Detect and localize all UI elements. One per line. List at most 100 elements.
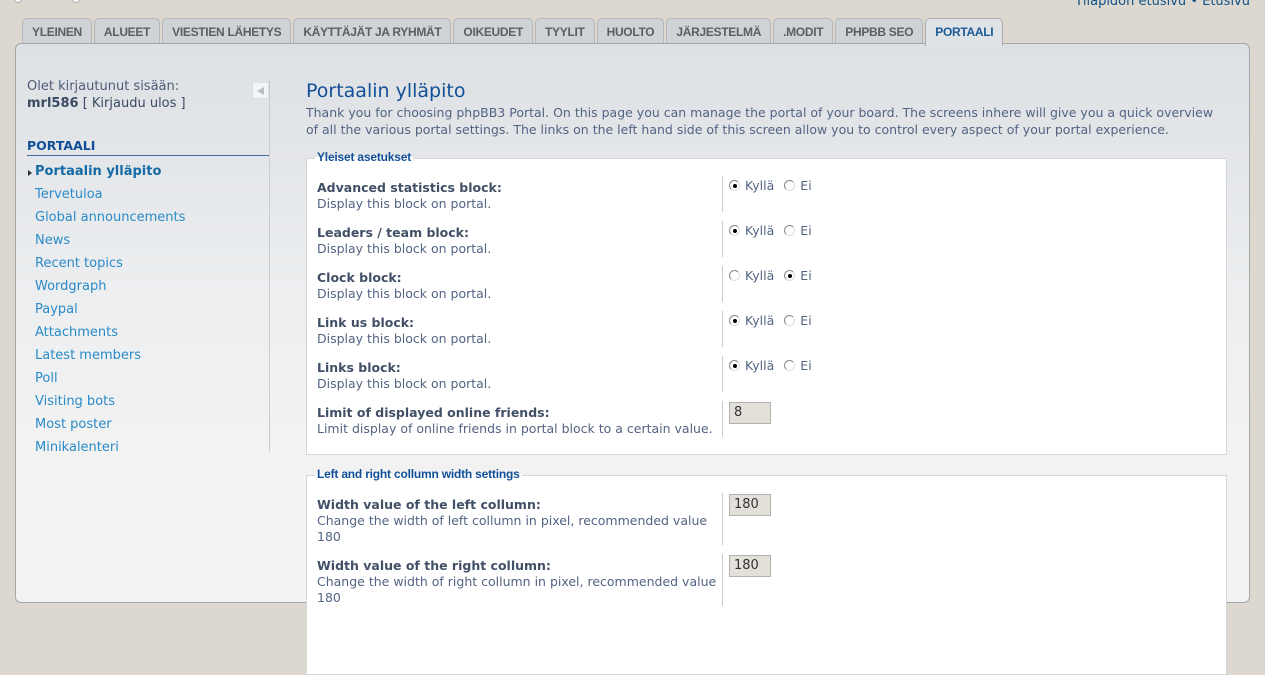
sidebar-item-global-announcements[interactable]: Global announcements bbox=[27, 206, 271, 229]
radio-unchecked-icon[interactable] bbox=[784, 179, 796, 191]
logout-link[interactable]: [ Kirjaudu ulos ] bbox=[83, 96, 186, 111]
sidebar-item-portal-admin[interactable]: Portaalin ylläpito bbox=[27, 160, 271, 183]
sidebar-item-wordgraph[interactable]: Wordgraph bbox=[27, 275, 271, 298]
radio-no[interactable]: Ei bbox=[784, 222, 812, 238]
setting-title: Advanced statistics block: bbox=[317, 180, 502, 195]
setting-title: Clock block: bbox=[317, 270, 402, 285]
radio-unchecked-icon[interactable] bbox=[784, 314, 796, 326]
radio-yes[interactable]: Kyllä bbox=[729, 313, 774, 328]
admin-index-link[interactable]: Ylläpidon etusivu bbox=[1075, 0, 1186, 9]
column-width-fieldset: Left and right collumn width settings Wi… bbox=[306, 467, 1227, 675]
tab-maintenance[interactable]: HUOLTO bbox=[596, 18, 665, 44]
general-settings-fieldset: Yleiset asetukset Advanced statistics bl… bbox=[306, 150, 1227, 455]
radio-no[interactable]: Ei bbox=[784, 357, 812, 373]
radio-checked-icon[interactable] bbox=[729, 314, 740, 326]
radio-yes[interactable]: Kyllä bbox=[729, 358, 774, 373]
sidebar-item-label[interactable]: Minikalenteri bbox=[35, 440, 119, 455]
sidebar-item-label[interactable]: Recent topics bbox=[35, 256, 123, 271]
online-friends-limit-input[interactable] bbox=[729, 401, 771, 424]
logged-in-label: Olet kirjautunut sisään: bbox=[27, 79, 180, 94]
sidebar-item-visiting-bots[interactable]: Visiting bots bbox=[27, 390, 271, 413]
tab-mods[interactable]: .MODIT bbox=[773, 18, 834, 44]
radio-label: Ei bbox=[800, 177, 812, 193]
sidebar-item-recent-topics[interactable]: Recent topics bbox=[27, 252, 271, 275]
collapse-sidebar-icon[interactable] bbox=[252, 82, 269, 99]
board-index-link[interactable]: Etusivu bbox=[1202, 0, 1250, 9]
sidebar-item-label[interactable]: Most poster bbox=[35, 417, 112, 432]
setting-title: Link us block: bbox=[317, 315, 415, 330]
tab-portal[interactable]: PORTAALI bbox=[925, 18, 1004, 46]
setting-title: Limit of displayed online friends: bbox=[317, 405, 550, 420]
radio-checked-icon[interactable] bbox=[784, 269, 796, 281]
decorative-corner bbox=[72, 0, 80, 3]
tab-general[interactable]: YLEINEN bbox=[22, 18, 92, 44]
setting-desc: Display this block on portal. bbox=[317, 286, 492, 301]
fieldset-legend: Yleiset asetukset bbox=[315, 150, 413, 164]
sidebar-item-label[interactable]: News bbox=[35, 233, 70, 248]
radio-label: Ei bbox=[800, 222, 812, 238]
radio-checked-icon[interactable] bbox=[729, 179, 740, 191]
top-links: Ylläpidon etusivu • Etusivu bbox=[1075, 0, 1250, 9]
sidebar-divider bbox=[269, 80, 270, 452]
sidebar-item-label[interactable]: Paypal bbox=[35, 302, 78, 317]
setting-title: Links block: bbox=[317, 360, 401, 375]
sidebar-item-label[interactable]: Global announcements bbox=[35, 210, 185, 225]
tab-permissions[interactable]: OIKEUDET bbox=[453, 18, 534, 44]
tab-users-groups[interactable]: KÄYTTÄJÄT JA RYHMÄT bbox=[293, 18, 452, 44]
tab-phpbb-seo[interactable]: PHPBB SEO bbox=[835, 18, 924, 44]
setting-desc: Change the width of left collumn in pixe… bbox=[317, 513, 708, 544]
sidebar-item-label[interactable]: Wordgraph bbox=[35, 279, 106, 294]
radio-no[interactable]: Ei bbox=[784, 267, 812, 283]
tab-system[interactable]: JÄRJESTELMÄ bbox=[666, 18, 772, 44]
tab-forums[interactable]: ALUEET bbox=[93, 18, 161, 44]
setting-title: Width value of the left collumn: bbox=[317, 497, 541, 512]
sidebar-item-welcome[interactable]: Tervetuloa bbox=[27, 183, 271, 206]
radio-label: Kyllä bbox=[745, 357, 775, 373]
setting-desc: Display this block on portal. bbox=[317, 376, 492, 391]
setting-desc: Display this block on portal. bbox=[317, 331, 492, 346]
radio-yes[interactable]: Kyllä bbox=[729, 178, 774, 193]
tab-styles[interactable]: TYYLIT bbox=[535, 18, 595, 44]
left-column-width-input[interactable] bbox=[729, 493, 771, 516]
page-title: Portaalin ylläpito bbox=[306, 80, 466, 102]
setting-desc: Change the width of right collumn in pix… bbox=[317, 574, 717, 605]
setting-title: Leaders / team block: bbox=[317, 225, 469, 240]
radio-unchecked-icon[interactable] bbox=[784, 224, 796, 236]
radio-label: Kyllä bbox=[745, 222, 775, 238]
sidebar-item-label[interactable]: Latest members bbox=[35, 348, 141, 363]
radio-label: Ei bbox=[800, 267, 812, 283]
sidebar-item-label[interactable]: Tervetuloa bbox=[35, 187, 103, 202]
sidebar-item-poll[interactable]: Poll bbox=[27, 367, 271, 390]
radio-checked-icon[interactable] bbox=[729, 224, 740, 236]
sidebar-item-attachments[interactable]: Attachments bbox=[27, 321, 271, 344]
decorative-corner bbox=[14, 0, 22, 3]
login-info: Olet kirjautunut sisään: mrl586 [ Kirjau… bbox=[27, 78, 271, 112]
radio-no[interactable]: Ei bbox=[784, 177, 812, 193]
sidebar-item-paypal[interactable]: Paypal bbox=[27, 298, 271, 321]
sidebar-item-latest-members[interactable]: Latest members bbox=[27, 344, 271, 367]
link-separator: • bbox=[1190, 0, 1198, 9]
radio-label: Kyllä bbox=[745, 312, 775, 328]
sidebar-item-label[interactable]: Poll bbox=[35, 371, 58, 386]
username: mrl586 bbox=[27, 96, 79, 111]
content-panel: Olet kirjautunut sisään: mrl586 [ Kirjau… bbox=[15, 43, 1250, 675]
radio-label: Ei bbox=[800, 357, 812, 373]
radio-checked-icon[interactable] bbox=[729, 359, 740, 371]
radio-yes[interactable]: Kyllä bbox=[729, 223, 774, 238]
tab-posting[interactable]: VIESTIEN LÄHETYS bbox=[162, 18, 292, 44]
sidebar-item-news[interactable]: News bbox=[27, 229, 271, 252]
radio-no[interactable]: Ei bbox=[784, 312, 812, 328]
radio-label: Ei bbox=[800, 312, 812, 328]
setting-desc: Display this block on portal. bbox=[317, 196, 492, 211]
sidebar-item-most-poster[interactable]: Most poster bbox=[27, 413, 271, 436]
sidebar-item-label[interactable]: Portaalin ylläpito bbox=[35, 164, 161, 179]
radio-unchecked-icon[interactable] bbox=[784, 359, 796, 371]
radio-yes[interactable]: Kyllä bbox=[729, 268, 774, 283]
radio-label: Kyllä bbox=[745, 177, 775, 193]
radio-unchecked-icon[interactable] bbox=[729, 269, 740, 281]
radio-label: Kyllä bbox=[745, 267, 775, 283]
sidebar-item-label[interactable]: Attachments bbox=[35, 325, 118, 340]
sidebar-item-mini-calendar[interactable]: Minikalenteri bbox=[27, 436, 271, 459]
right-column-width-input[interactable] bbox=[729, 554, 771, 577]
sidebar-item-label[interactable]: Visiting bots bbox=[35, 394, 115, 409]
